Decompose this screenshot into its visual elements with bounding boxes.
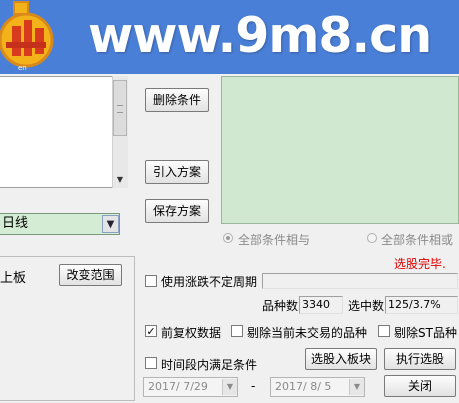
date-separator: - — [251, 379, 256, 393]
svg-text:en: en — [18, 64, 27, 72]
radio-all-or[interactable] — [367, 233, 377, 243]
exclude-not-traded-checkbox[interactable] — [231, 325, 243, 337]
end-date-value: 2017/ 8/ 5 — [275, 380, 332, 393]
start-date-value: 2017/ 7/29 — [148, 380, 208, 393]
select-to-block-button[interactable]: 选股入板块 — [305, 348, 377, 370]
scroll-down-arrow-icon[interactable]: ▼ — [114, 175, 126, 185]
period-select-value: 日线 — [2, 216, 29, 231]
exclude-st-checkbox[interactable] — [378, 325, 390, 337]
exclude-st-label: 剔除ST品种 — [394, 326, 457, 340]
board-label: 上板 — [0, 271, 27, 286]
selected-label: 选中数 — [348, 299, 385, 313]
radio-all-and-label: 全部条件相与 — [238, 233, 311, 247]
variable-period-checkbox[interactable] — [145, 275, 157, 287]
variable-period-label: 使用涨跌不定周期 — [161, 275, 258, 289]
import-plan-button[interactable]: 引入方案 — [145, 160, 209, 184]
time-range-checkbox[interactable] — [145, 357, 157, 369]
exclude-not-traded-label: 剔除当前未交易的品种 — [247, 326, 368, 340]
count-label: 品种数 — [262, 299, 299, 313]
chevron-down-icon[interactable]: ▼ — [102, 215, 119, 233]
time-range-label: 时间段内满足条件 — [161, 358, 258, 372]
variable-period-field[interactable] — [262, 273, 458, 289]
start-date-dropdown-icon[interactable]: ▼ — [222, 379, 237, 395]
execute-select-button[interactable]: 执行选股 — [384, 348, 456, 370]
selected-conditions-area[interactable] — [221, 76, 459, 224]
radio-all-or-label: 全部条件相或 — [381, 233, 454, 247]
watermark-text: www.9m8.cn — [88, 7, 432, 64]
selected-value: 125/3.7% — [385, 296, 458, 314]
save-plan-button[interactable]: 保存方案 — [145, 199, 209, 223]
delete-condition-button[interactable]: 删除条件 — [145, 88, 209, 112]
condition-list[interactable] — [0, 76, 128, 188]
radio-selected-dot — [226, 236, 230, 240]
logo-icon: en — [0, 1, 54, 72]
radio-all-and[interactable] — [223, 233, 233, 243]
scrollbar-thumb[interactable] — [113, 80, 127, 136]
end-date-dropdown-icon[interactable]: ▼ — [349, 379, 364, 395]
close-button[interactable]: 关闭 — [384, 375, 456, 397]
status-text: 选股完毕. — [394, 257, 446, 271]
change-range-button[interactable]: 改变范围 — [59, 264, 122, 286]
forward-adjust-checkbox[interactable]: ✓ — [145, 325, 157, 337]
count-value: 3340 — [299, 296, 343, 314]
forward-adjust-label: 前复权数据 — [161, 326, 222, 340]
